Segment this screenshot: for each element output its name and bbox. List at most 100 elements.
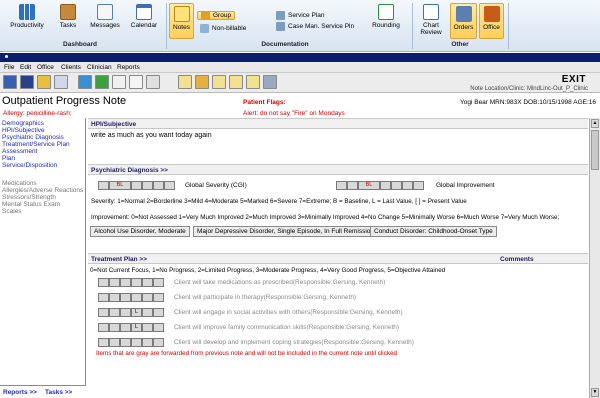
goal-3-scale[interactable]: L: [98, 308, 164, 317]
severity-box-4[interactable]: [142, 181, 153, 190]
nav-hpi-subjective[interactable]: HPI/Subjective: [2, 127, 45, 134]
nav-psychiatric-diagnosis[interactable]: Psychiatric Diagnosis: [2, 134, 64, 141]
comments-header: Comments: [500, 256, 534, 263]
note-location: Note Location/Clinic: MindLinc-Out_P_Cli…: [470, 86, 588, 92]
diagnosis-tab-alcohol[interactable]: Alcohol Use Disorder, Moderate: [90, 226, 190, 237]
reports-link[interactable]: Reports >>: [3, 389, 37, 396]
note-icon-4[interactable]: [246, 75, 260, 89]
office-icon: [483, 6, 500, 22]
goal-2-scale[interactable]: [98, 293, 164, 302]
service-plan-button[interactable]: Service Plan: [276, 11, 325, 20]
severity-legend: Severity: 1=Normal 2=Borderline 3=Mild 4…: [91, 198, 467, 205]
improvement-box-1[interactable]: [336, 181, 347, 190]
nonbillable-button[interactable]: Non-billable: [200, 24, 246, 33]
documentation-group-label: Documentation: [261, 41, 309, 48]
nav-footer: Reports >> Tasks >>: [0, 385, 86, 398]
diagnosis-section-header[interactable]: Psychiatric Diagnosis >>: [88, 164, 588, 175]
goal-1-scale[interactable]: [98, 278, 164, 287]
group-icon: [201, 11, 210, 20]
progress-scale-legend: 0=Not Current Focus, 1=No Progress, 2=Li…: [90, 267, 446, 274]
open-icon[interactable]: [37, 75, 51, 89]
nav-assessment[interactable]: Assessment: [2, 148, 37, 155]
left-nav: Demographics HPI/Subjective Psychiatric …: [0, 118, 86, 398]
severity-box-3[interactable]: [131, 181, 142, 190]
treatment-section-header[interactable]: Treatment Plan >> Comments: [88, 253, 588, 264]
misc-tool-icon[interactable]: [263, 75, 277, 89]
severity-box-1[interactable]: [98, 181, 109, 190]
diagnosis-tab-depression[interactable]: Major Depressive Disorder, Single Episod…: [193, 226, 379, 237]
nav-service-disposition[interactable]: Service/Disposition: [2, 162, 57, 169]
group-button[interactable]: Group: [197, 11, 236, 20]
case-man-service-plan-button[interactable]: Case Man. Service Pln: [276, 22, 354, 31]
diagnosis-tab-conduct[interactable]: Conduct Disorder: Childhood-Onset Type: [370, 226, 497, 237]
chart-review-button[interactable]: Chart Review: [416, 4, 446, 36]
exit-button[interactable]: EXIT: [562, 74, 586, 85]
nav-plan[interactable]: Plan: [2, 155, 15, 162]
allergy-text: Allergy: penicilline-rash;: [3, 110, 72, 117]
note-icon-1[interactable]: [178, 75, 192, 89]
goal-1-text[interactable]: Client will take medications as prescrib…: [174, 279, 385, 286]
menu-office[interactable]: Office: [37, 64, 54, 71]
goal-4-text[interactable]: Client will improve family communication…: [174, 324, 399, 331]
scroll-thumb[interactable]: [591, 130, 599, 170]
office-button[interactable]: Office: [479, 3, 504, 39]
note-icon-2[interactable]: [212, 75, 226, 89]
nav-treatment-plan[interactable]: Treatment/Service Plan: [2, 141, 70, 148]
severity-box-6[interactable]: [164, 181, 175, 190]
messages-button[interactable]: Messages: [88, 4, 122, 29]
goal-5-scale[interactable]: [98, 338, 164, 347]
severity-box-2[interactable]: BL: [109, 181, 131, 190]
save-icon[interactable]: [20, 75, 34, 89]
sign-check-icon[interactable]: [95, 75, 109, 89]
improvement-box-7[interactable]: [413, 181, 424, 190]
patient-flags: Patient Flags:: [243, 99, 286, 106]
undo-icon[interactable]: [78, 75, 92, 89]
copy-icon[interactable]: [129, 75, 143, 89]
menu-clinician[interactable]: Clinician: [87, 64, 112, 71]
severity-box-5[interactable]: [153, 181, 164, 190]
goal-2-text[interactable]: Client will participate in therapy(Respo…: [174, 294, 356, 301]
note-icon-3[interactable]: [229, 75, 243, 89]
goal-3-text[interactable]: Client will engage in social activities …: [174, 309, 403, 316]
page-title: Outpatient Progress Note: [2, 95, 127, 107]
gray-items-footnote: Items that are gray are forwarded from p…: [96, 350, 398, 357]
hpi-textarea[interactable]: write as much as you want today again: [91, 132, 212, 139]
rounding-button[interactable]: Rounding: [369, 4, 403, 29]
calendar-button[interactable]: Calendar: [127, 4, 161, 29]
improvement-box-2[interactable]: [347, 181, 358, 190]
global-severity-label: Global Severity (CGI): [185, 182, 247, 189]
productivity-button[interactable]: Productivity: [6, 4, 48, 29]
nav-mental-status-exam[interactable]: Mental Status Exam: [2, 201, 60, 208]
nav-stressors[interactable]: Stressors/Strength: [2, 194, 56, 201]
improvement-box-5[interactable]: [391, 181, 402, 190]
vertical-scrollbar[interactable]: ▲ ▼: [589, 118, 600, 398]
goal-5-text[interactable]: Client will develop and implement coping…: [174, 339, 414, 346]
new-note-icon[interactable]: [3, 75, 17, 89]
menu-clients[interactable]: Clients: [61, 64, 81, 71]
folder-icon[interactable]: [195, 75, 209, 89]
nav-medications[interactable]: Medications: [2, 180, 37, 187]
improvement-box-3[interactable]: BL: [358, 181, 380, 190]
scroll-down-arrow-icon[interactable]: ▼: [591, 388, 599, 397]
nav-allergies[interactable]: Allergies/Adverse Reactions: [2, 187, 83, 194]
nav-demographics[interactable]: Demographics: [2, 120, 44, 127]
improvement-box-4[interactable]: [380, 181, 391, 190]
orders-button[interactable]: Orders: [450, 3, 477, 39]
tasks-link[interactable]: Tasks >>: [45, 389, 72, 396]
cut-icon[interactable]: [112, 75, 126, 89]
notes-button[interactable]: Notes: [169, 3, 194, 39]
severity-scale[interactable]: BL: [98, 181, 175, 190]
tasks-button[interactable]: Tasks: [55, 4, 81, 29]
alert-text: Alert: do not say "Fire" on Mondays: [243, 110, 345, 117]
print-icon[interactable]: [54, 75, 68, 89]
paste-icon[interactable]: [146, 75, 160, 89]
improvement-scale[interactable]: BL: [336, 181, 424, 190]
goal-4-scale[interactable]: L: [98, 323, 164, 332]
menu-reports[interactable]: Reports: [117, 64, 140, 71]
menu-edit[interactable]: Edit: [20, 64, 31, 71]
orders-icon: [455, 6, 472, 22]
scroll-up-arrow-icon[interactable]: ▲: [591, 119, 599, 128]
nav-scales[interactable]: Scales: [2, 208, 22, 215]
menu-file[interactable]: File: [4, 64, 14, 71]
improvement-box-6[interactable]: [402, 181, 413, 190]
